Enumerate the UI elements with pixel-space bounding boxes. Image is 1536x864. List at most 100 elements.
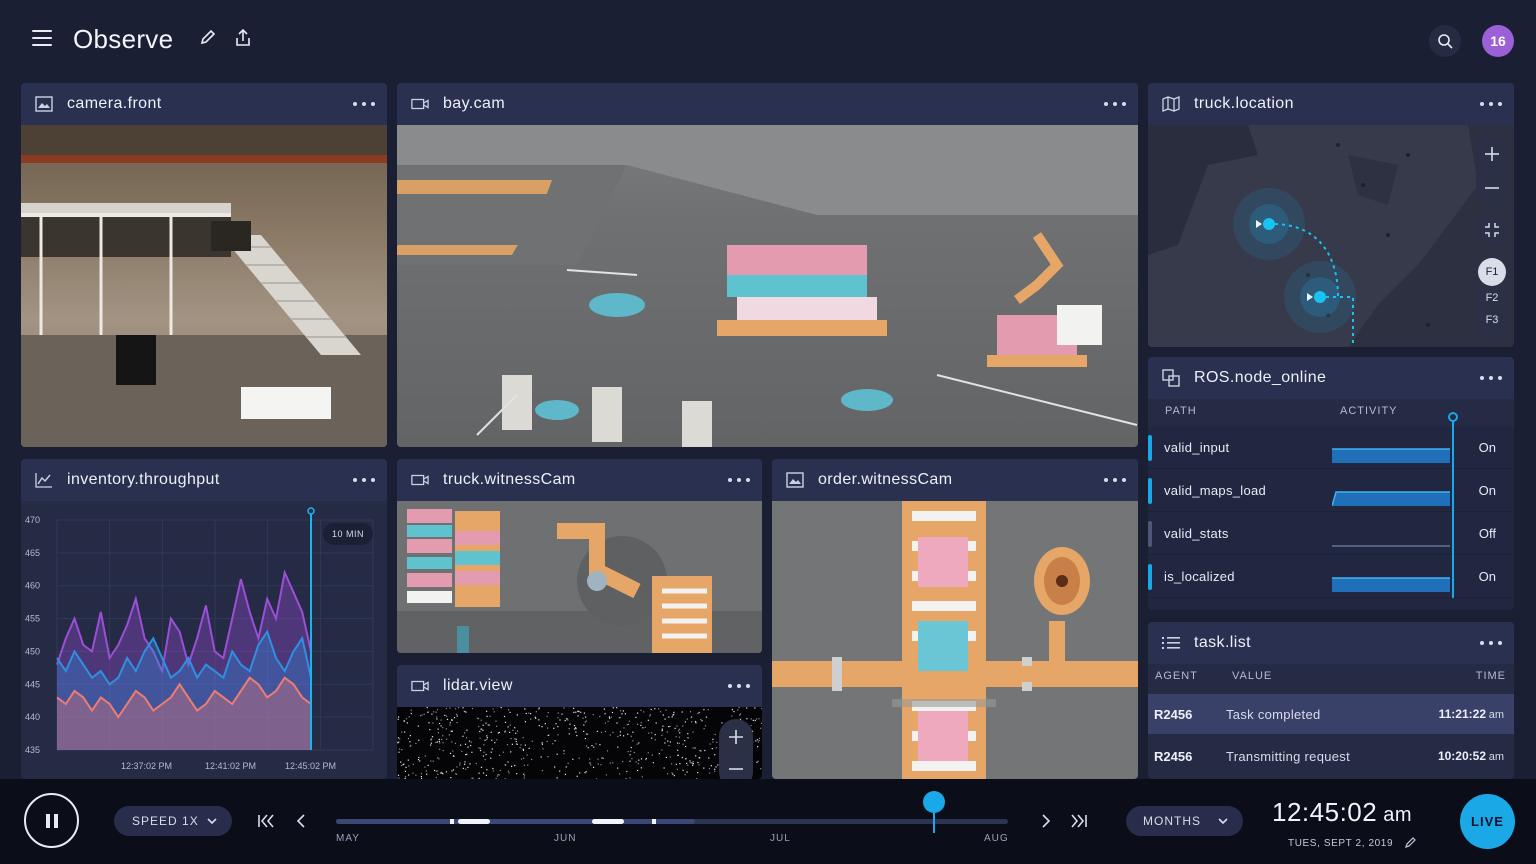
step-forward-icon[interactable] bbox=[1036, 811, 1056, 831]
lidar-point bbox=[731, 715, 733, 717]
more-icon[interactable] bbox=[1104, 95, 1126, 113]
throughput-chart[interactable]: 470 465 460 455 450 445 440 435 12:37:02 PM 12:41… bbox=[21, 501, 387, 779]
speed-select[interactable]: SPEED 1X bbox=[114, 806, 232, 836]
timeline-cursor[interactable] bbox=[923, 791, 946, 833]
more-icon[interactable] bbox=[728, 471, 750, 489]
activity-cursor-handle[interactable] bbox=[1448, 412, 1458, 422]
lidar-point bbox=[467, 766, 469, 768]
lidar-point bbox=[436, 709, 439, 711]
lidar-point bbox=[658, 753, 660, 755]
lidar-point bbox=[575, 711, 577, 713]
pencil-icon[interactable] bbox=[198, 28, 220, 50]
table-row[interactable]: is_localized On bbox=[1148, 556, 1514, 598]
table-row[interactable]: valid_input On bbox=[1148, 427, 1514, 469]
lidar-point bbox=[514, 727, 516, 729]
pause-button[interactable] bbox=[24, 793, 79, 848]
range-select[interactable]: MONTHS bbox=[1126, 806, 1243, 836]
zoom-in-icon[interactable] bbox=[1476, 142, 1508, 166]
lidar-point bbox=[478, 772, 480, 774]
lidar-point bbox=[599, 715, 601, 718]
zoom-controls bbox=[1476, 134, 1508, 208]
hamburger-icon[interactable] bbox=[32, 30, 52, 48]
lidar-point bbox=[492, 770, 495, 772]
table-row[interactable]: valid_stats Off bbox=[1148, 513, 1514, 555]
lidar-point bbox=[547, 712, 549, 714]
lidar-point bbox=[664, 738, 666, 740]
lidar-point bbox=[757, 746, 759, 748]
lidar-point bbox=[632, 731, 634, 733]
lidar-point bbox=[429, 729, 431, 731]
floor-option[interactable]: F3 bbox=[1476, 314, 1508, 326]
lidar-point bbox=[593, 746, 595, 748]
panel-order-witness-cam: order.witnessCam bbox=[772, 459, 1138, 779]
video-camera-icon bbox=[411, 471, 429, 489]
lidar-point bbox=[496, 775, 498, 777]
lidar-point bbox=[761, 722, 762, 724]
timeline-handle[interactable] bbox=[923, 791, 946, 813]
skip-forward-icon[interactable] bbox=[1069, 811, 1089, 831]
lidar-point bbox=[510, 751, 512, 753]
map-view[interactable] bbox=[1148, 125, 1514, 347]
skip-back-icon[interactable] bbox=[256, 811, 276, 831]
lidar-point bbox=[428, 722, 430, 724]
step-back-icon[interactable] bbox=[291, 811, 311, 831]
lidar-point bbox=[704, 725, 707, 727]
lidar-point bbox=[404, 770, 406, 772]
floor-option[interactable]: F1 bbox=[1478, 258, 1506, 286]
zoom-out-icon[interactable] bbox=[1476, 176, 1508, 200]
lidar-point bbox=[415, 774, 417, 776]
more-icon[interactable] bbox=[728, 677, 750, 695]
zoom-in-icon[interactable] bbox=[719, 725, 753, 749]
lidar-point bbox=[601, 757, 603, 759]
row-agent: R2456 bbox=[1154, 707, 1193, 722]
panel-header: truck.location bbox=[1148, 83, 1514, 125]
lidar-point bbox=[534, 716, 536, 718]
lidar-point bbox=[667, 740, 669, 742]
lidar-point bbox=[471, 708, 474, 710]
lidar-point bbox=[689, 711, 692, 713]
lidar-point bbox=[609, 762, 611, 764]
lidar-point bbox=[714, 733, 716, 736]
more-icon[interactable] bbox=[353, 95, 375, 113]
live-button[interactable]: LIVE bbox=[1460, 794, 1515, 849]
lidar-point bbox=[721, 722, 723, 724]
recenter-icon[interactable] bbox=[1476, 214, 1508, 246]
more-icon[interactable] bbox=[1480, 369, 1502, 387]
lidar-point bbox=[441, 772, 443, 774]
lidar-point bbox=[421, 714, 423, 716]
lidar-point bbox=[420, 715, 422, 717]
table-row[interactable]: R2456 Transmitting request 10:20:52 am bbox=[1148, 736, 1514, 776]
lidar-point bbox=[490, 731, 492, 733]
lidar-point bbox=[678, 730, 680, 732]
activity-cursor[interactable] bbox=[1452, 417, 1454, 598]
lidar-point bbox=[479, 749, 482, 752]
lidar-point bbox=[514, 764, 516, 767]
more-icon[interactable] bbox=[353, 471, 375, 489]
zoom-out-icon[interactable] bbox=[719, 757, 753, 779]
activity-bar bbox=[1332, 491, 1450, 506]
table-row[interactable]: R2456 Task completed 11:21:22 am bbox=[1148, 694, 1514, 734]
table-row[interactable]: valid_maps_load On bbox=[1148, 470, 1514, 512]
lidar-point bbox=[508, 709, 510, 711]
lidar-point bbox=[427, 764, 429, 766]
pencil-icon[interactable] bbox=[1404, 836, 1417, 848]
timeline-track[interactable] bbox=[336, 791, 1008, 833]
floor-option[interactable]: F2 bbox=[1476, 292, 1508, 304]
more-icon[interactable] bbox=[1480, 95, 1502, 113]
lidar-point bbox=[596, 730, 598, 732]
lidar-point bbox=[402, 764, 404, 766]
more-icon[interactable] bbox=[1480, 634, 1502, 652]
avatar[interactable]: 16 bbox=[1482, 25, 1514, 57]
lidar-point bbox=[637, 712, 639, 714]
lidar-point bbox=[567, 719, 569, 721]
lidar-point bbox=[432, 760, 434, 762]
lidar-point bbox=[479, 730, 481, 733]
more-icon[interactable] bbox=[1104, 471, 1126, 489]
lidar-point bbox=[623, 727, 625, 729]
lidar-point bbox=[640, 722, 642, 724]
lidar-point bbox=[401, 749, 403, 751]
lidar-point bbox=[515, 732, 517, 734]
lidar-point bbox=[496, 725, 498, 727]
share-icon[interactable] bbox=[233, 28, 255, 50]
search-button[interactable] bbox=[1429, 25, 1461, 57]
